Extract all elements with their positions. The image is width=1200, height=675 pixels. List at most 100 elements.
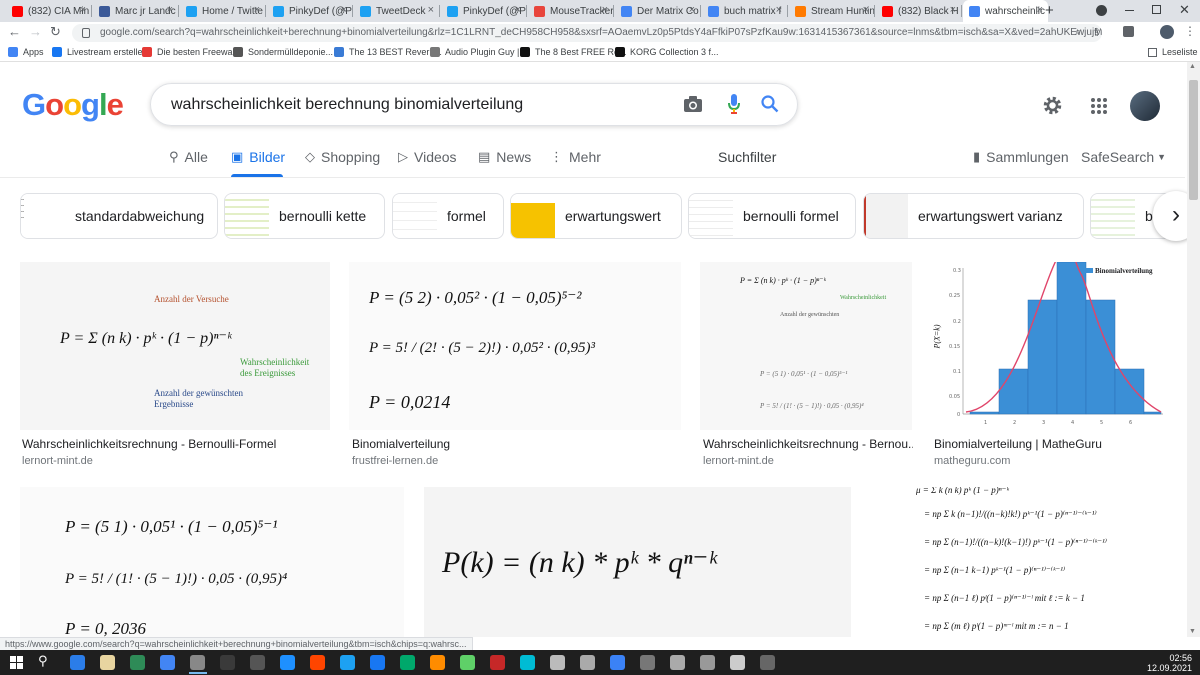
suchfilter-button[interactable]: Suchfilter: [718, 149, 776, 165]
result-site-3[interactable]: lernort-mint.de: [703, 455, 774, 467]
reading-list-label[interactable]: Leseliste: [1162, 47, 1198, 57]
bookmark-item[interactable]: Apps: [8, 47, 44, 57]
result-image-7[interactable]: μ = Σ k (n k) pᵏ (1 − p)ⁿ⁻ᵏ = np Σ k (n−…: [870, 487, 1170, 637]
bookmark-item[interactable]: KORG Collection 3 f...: [615, 47, 719, 57]
chip-bernoulli-formel[interactable]: bernoulli formel: [688, 193, 856, 239]
taskbar-app-icon[interactable]: [520, 655, 535, 670]
apps-grid-icon[interactable]: [1090, 97, 1108, 115]
result-image-5[interactable]: P = (5 1) · 0,05¹ · (1 − 0,05)⁵⁻¹ P = 5!…: [20, 487, 404, 637]
address-bar[interactable]: google.com/search?q=wahrscheinlichkeit+b…: [72, 24, 1102, 42]
browser-tab[interactable]: Marc jr Landc ×: [93, 0, 178, 22]
browser-tab[interactable]: MouseTracker ×: [528, 0, 613, 22]
scroll-up-icon[interactable]: ▲: [1189, 63, 1196, 70]
back-icon[interactable]: ←: [8, 24, 21, 39]
tab-videos[interactable]: ▷ Videos: [398, 149, 457, 165]
tab-mehr[interactable]: ⋮ Mehr: [550, 149, 601, 165]
result-site-2[interactable]: frustfrei-lernen.de: [352, 455, 438, 467]
bookmark-item[interactable]: The 8 Best FREE Re...: [520, 47, 627, 57]
scrollbar-thumb[interactable]: [1189, 80, 1198, 200]
taskbar-app-icon[interactable]: [550, 655, 565, 670]
taskbar-app-icon[interactable]: [130, 655, 145, 670]
tab-alle[interactable]: ⚲ Alle: [169, 149, 208, 165]
result-site-4[interactable]: matheguru.com: [934, 455, 1010, 467]
result-image-2[interactable]: P = (5 2) · 0,05² · (1 − 0,05)⁵⁻² P = 5!…: [349, 262, 681, 430]
safesearch-button[interactable]: SafeSearch ▼: [1081, 149, 1166, 165]
browser-tab[interactable]: PinkyDef (@Pi ×: [267, 0, 352, 22]
taskbar-app-icon[interactable]: [730, 655, 745, 670]
bookmark-item[interactable]: Sondermülldeponie...: [233, 47, 333, 57]
bookmark-item[interactable]: Audio Plugin Guy |...: [430, 47, 527, 57]
tab-close-icon[interactable]: ×: [515, 4, 521, 16]
tab-shopping[interactable]: ◇ Shopping: [305, 149, 380, 165]
taskbar-app-icon[interactable]: [460, 655, 475, 670]
tab-close-icon[interactable]: ×: [602, 4, 608, 16]
share-icon[interactable]: ⇪: [1092, 26, 1101, 39]
microphone-icon[interactable]: [727, 93, 741, 115]
account-avatar[interactable]: [1130, 91, 1160, 121]
taskbar-app-icon[interactable]: [580, 655, 595, 670]
chip-standardabweichung[interactable]: ⋯ ⋯ ⋯ ⋯ standardabweichung: [20, 193, 218, 239]
forward-icon[interactable]: →: [29, 24, 42, 39]
taskbar-app-icon[interactable]: [250, 655, 265, 670]
settings-gear-icon[interactable]: [1042, 95, 1063, 116]
extension-icon[interactable]: [1123, 26, 1134, 37]
browser-tab[interactable]: wahrscheinlic ×: [963, 0, 1048, 22]
windows-start-icon[interactable]: [10, 656, 23, 669]
taskbar-app-icon[interactable]: [100, 655, 115, 670]
browser-tab[interactable]: TweetDeck ×: [354, 0, 439, 22]
chip-bernoulli-kette[interactable]: bernoulli kette: [224, 193, 385, 239]
tab-close-icon[interactable]: ×: [950, 4, 956, 16]
taskbar-app-icon[interactable]: [310, 655, 325, 670]
taskbar-app-icon[interactable]: [760, 655, 775, 670]
camera-search-icon[interactable]: [683, 95, 703, 113]
tab-close-icon[interactable]: ×: [341, 4, 347, 16]
zoom-search-icon[interactable]: ⌕: [1075, 26, 1081, 39]
tab-close-icon[interactable]: ×: [689, 4, 695, 16]
browser-tab[interactable]: (832) Black H ×: [876, 0, 961, 22]
search-button-icon[interactable]: [761, 95, 779, 113]
bookmark-item[interactable]: Die besten Freewar...: [142, 47, 243, 57]
profile-menu-icon[interactable]: [1096, 5, 1107, 16]
result-title-1[interactable]: Wahrscheinlichkeitsrechnung - Bernoulli-…: [22, 437, 322, 451]
result-image-6[interactable]: P(k) = (n k) * pᵏ * qⁿ⁻ᵏ: [424, 487, 851, 637]
taskbar-app-icon[interactable]: [160, 655, 175, 670]
result-title-3[interactable]: Wahrscheinlichkeitsrechnung - Bernou...: [703, 437, 913, 451]
taskbar-app-icon[interactable]: [640, 655, 655, 670]
search-icon[interactable]: ⚲: [38, 653, 48, 669]
chip-formel[interactable]: formel: [392, 193, 504, 239]
result-title-2[interactable]: Binomialverteilung: [352, 437, 450, 451]
new-tab-button[interactable]: +: [1045, 2, 1054, 19]
chip-erwartungswert[interactable]: erwartungswert: [510, 193, 682, 239]
tab-close-icon[interactable]: ×: [167, 4, 173, 16]
result-image-1[interactable]: Anzahl der Versuche P = Σ (n k) · pᵏ · (…: [20, 262, 330, 430]
taskbar-clock[interactable]: 02:56 12.09.2021: [1147, 653, 1192, 673]
reading-list-icon[interactable]: [1148, 48, 1157, 57]
taskbar-app-icon[interactable]: [700, 655, 715, 670]
browser-tab[interactable]: Stream Huntin ×: [789, 0, 874, 22]
taskbar-app-icon[interactable]: [610, 655, 625, 670]
close-window-icon[interactable]: ✕: [1179, 2, 1190, 18]
bookmark-item[interactable]: The 13 BEST Reverb...: [334, 47, 442, 57]
tab-close-icon[interactable]: ×: [254, 4, 260, 16]
sammlungen-button[interactable]: ▮ Sammlungen: [973, 149, 1069, 165]
maximize-icon[interactable]: [1152, 5, 1161, 14]
taskbar-app-icon[interactable]: [190, 655, 205, 670]
tab-close-icon[interactable]: ×: [776, 4, 782, 16]
browser-menu-icon[interactable]: ⋮: [1184, 24, 1196, 38]
taskbar-app-icon[interactable]: [370, 655, 385, 670]
minimize-icon[interactable]: [1125, 10, 1134, 11]
result-title-4[interactable]: Binomialverteilung | MatheGuru: [934, 437, 1102, 451]
tab-close-icon[interactable]: ×: [1037, 4, 1043, 16]
scroll-down-icon[interactable]: ▼: [1189, 628, 1196, 635]
chip-erwartungswert-varianz[interactable]: erwartungswert varianz: [863, 193, 1084, 239]
tab-close-icon[interactable]: ×: [80, 4, 86, 16]
taskbar-app-icon[interactable]: [340, 655, 355, 670]
result-image-4[interactable]: 0.3 0.25 0.2 0.15 0.1 0.05 0 1 2 3 4 5 6 Binomialve…: [931, 262, 1171, 430]
taskbar-app-icon[interactable]: [280, 655, 295, 670]
taskbar-app-icon[interactable]: [670, 655, 685, 670]
bookmark-item[interactable]: Livestream erstellen: [52, 47, 148, 57]
taskbar-app-icon[interactable]: [70, 655, 85, 670]
taskbar-app-icon[interactable]: [430, 655, 445, 670]
taskbar-app-icon[interactable]: [220, 655, 235, 670]
browser-tab[interactable]: (832) CIA Min ×: [6, 0, 91, 22]
